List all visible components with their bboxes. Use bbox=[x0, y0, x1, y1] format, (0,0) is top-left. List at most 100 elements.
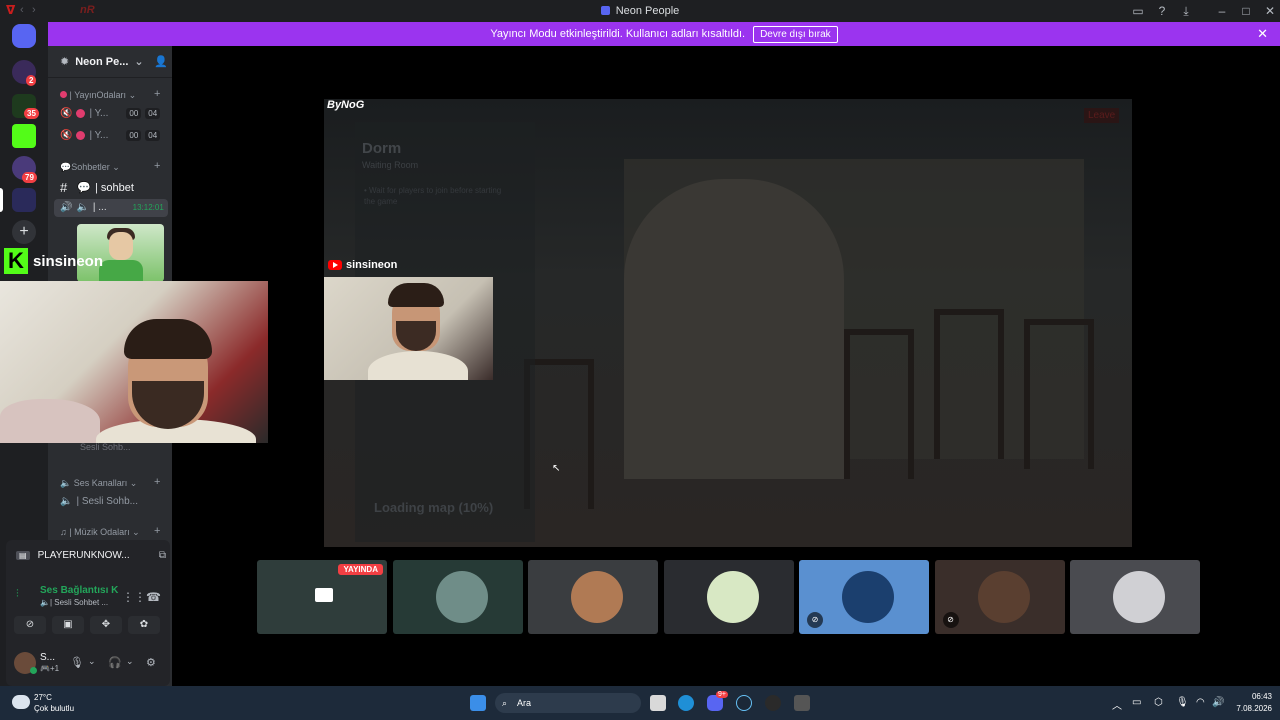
voice-timer: 13:12:01 bbox=[132, 203, 164, 212]
add-server-icon[interactable]: + bbox=[12, 220, 36, 244]
channel-label: | ... bbox=[92, 202, 107, 213]
activity-row[interactable]: ▤ PLAYERUNKNOW... ⧉ bbox=[16, 550, 166, 561]
category-label: | Müzik Odaları bbox=[69, 527, 130, 537]
add-channel-icon[interactable]: + bbox=[154, 476, 160, 488]
invite-people-icon[interactable]: 👤 bbox=[154, 55, 168, 68]
discord-badge: 9+ bbox=[716, 691, 728, 698]
participant-tile[interactable]: ⊘ bbox=[934, 560, 1065, 634]
headphones-icon[interactable]: 🎧 bbox=[108, 656, 122, 669]
category-label: Sohbetler bbox=[71, 162, 110, 172]
add-channel-icon[interactable]: + bbox=[154, 160, 160, 172]
close-window-button[interactable]: ✕ bbox=[1262, 3, 1278, 19]
participant-tile[interactable] bbox=[663, 560, 794, 634]
voice-channel-sesli-sohbet[interactable]: 🔈 | Sesli Sohb... bbox=[60, 496, 138, 507]
game-icon: ▤ bbox=[16, 551, 30, 560]
webcam-overlay bbox=[0, 281, 268, 443]
weather-temperature[interactable]: 27°C bbox=[34, 693, 52, 702]
kick-server-icon[interactable] bbox=[12, 124, 36, 148]
screen-share-button[interactable]: ▣ bbox=[52, 616, 84, 634]
server-icon-neon-people[interactable] bbox=[12, 188, 36, 212]
add-channel-icon[interactable]: + bbox=[154, 525, 160, 537]
help-icon[interactable]: ? bbox=[1154, 3, 1170, 19]
app-icon[interactable] bbox=[765, 695, 781, 711]
chevron-down-icon: ⌄ bbox=[134, 56, 144, 68]
taskbar-search[interactable]: ⌕ Ara bbox=[495, 693, 641, 713]
category-sohbetler[interactable]: 💬Sohbetler ⌄ bbox=[60, 162, 120, 173]
weather-cloud-icon[interactable] bbox=[12, 695, 30, 709]
channel-label: | Y... bbox=[89, 130, 109, 141]
category-muzik-odalari[interactable]: ♫ | Müzik Odaları ⌄ bbox=[60, 527, 140, 538]
participant-avatar bbox=[571, 571, 623, 623]
webcam-person-hair bbox=[388, 283, 444, 307]
user-sub: 🎮+1 bbox=[40, 664, 60, 673]
live-badge: YAYINDA bbox=[338, 564, 383, 575]
user-sub-text: +1 bbox=[49, 664, 60, 673]
camera-off-button[interactable]: ⊘ bbox=[14, 616, 46, 634]
participant-tile[interactable] bbox=[528, 560, 658, 634]
muted-icon: ⊘ bbox=[942, 612, 959, 628]
participant-tile[interactable] bbox=[1070, 560, 1200, 634]
voice-channel-partial[interactable]: Sesli Sohb... bbox=[80, 442, 131, 452]
channel-label: | Y... bbox=[89, 108, 109, 119]
category-ses-kanallari[interactable]: 🔈 Ses Kanalları ⌄ bbox=[60, 478, 137, 489]
taskbar-date[interactable]: 7.08.2026 bbox=[1226, 704, 1272, 713]
app-icon[interactable] bbox=[794, 695, 810, 711]
game-loading-text: Loading map (10%) bbox=[374, 500, 494, 515]
server-badge: 79 bbox=[22, 172, 37, 183]
active-voice-channel[interactable]: 🔊 🔈 | ... 13:12:01 bbox=[60, 202, 164, 213]
maximize-button[interactable]: □ bbox=[1238, 3, 1254, 19]
activity-name: PLAYERUNKNOW... bbox=[37, 550, 130, 561]
signal-icon: ⫶ bbox=[16, 588, 19, 600]
category-label: | YayınOdaları bbox=[69, 90, 127, 100]
tray-chevron-icon[interactable]: ︿ bbox=[1112, 697, 1122, 712]
muted-icon: ⊘ bbox=[807, 612, 823, 628]
voice-channel[interactable]: 🔇 | Y... 00 04 bbox=[60, 130, 161, 141]
kick-logo-icon: K bbox=[4, 248, 28, 274]
windows-start-icon[interactable] bbox=[470, 695, 486, 711]
tray-mic-icon[interactable]: 🎙 bbox=[1176, 697, 1189, 708]
add-channel-icon[interactable]: + bbox=[154, 88, 160, 100]
noise-suppression-icon[interactable]: ⋮⋮ bbox=[122, 590, 146, 604]
taskbar-time[interactable]: 06:43 bbox=[1236, 692, 1272, 701]
youtube-icon bbox=[328, 260, 342, 270]
inbox-icon[interactable]: ▭ bbox=[1130, 3, 1146, 19]
disconnect-icon[interactable]: ☎ bbox=[146, 590, 161, 604]
game-room-tip: • Wait for players to join before starti… bbox=[364, 186, 502, 206]
minimize-button[interactable]: – bbox=[1214, 3, 1230, 19]
server-header[interactable]: ✹ Neon Pe... ⌄ 👤 bbox=[48, 46, 172, 78]
volume-icon[interactable]: 🔊 bbox=[1212, 697, 1224, 708]
task-view-icon[interactable] bbox=[650, 695, 666, 711]
tray-shield-icon[interactable]: ⬡ bbox=[1154, 697, 1163, 708]
soundboard-button[interactable]: ✿ bbox=[128, 616, 160, 634]
user-count: 00 bbox=[126, 130, 142, 141]
voice-connected-label[interactable]: Ses Bağlantısı K bbox=[40, 585, 118, 596]
game-brand-logo: ByNoG bbox=[327, 99, 365, 111]
activities-button[interactable]: ✥ bbox=[90, 616, 122, 634]
participant-tile[interactable] bbox=[392, 560, 523, 634]
steam-icon[interactable] bbox=[736, 695, 752, 711]
edge-browser-icon[interactable] bbox=[678, 695, 694, 711]
channel-dot-icon bbox=[76, 131, 86, 140]
voice-channel[interactable]: 🔇 | Y... 00 04 bbox=[60, 108, 161, 119]
tray-app-icon[interactable]: ▭ bbox=[1132, 697, 1141, 708]
participant-tile[interactable]: YAYINDA bbox=[257, 560, 387, 634]
server-badge: 35 bbox=[24, 108, 39, 119]
direct-messages-icon[interactable] bbox=[12, 24, 36, 48]
chevron-down-icon[interactable]: ⌄ bbox=[126, 656, 134, 667]
screen-share-icon[interactable]: ⧉ bbox=[159, 550, 166, 561]
text-channel-sohbet[interactable]: # 💬 | sohbet bbox=[60, 180, 134, 195]
banner-close-icon[interactable]: ✕ bbox=[1257, 26, 1268, 42]
voice-channel-label[interactable]: 🔈| Sesli Sohbet ... bbox=[40, 598, 108, 607]
participant-tile[interactable]: ⊘ bbox=[799, 560, 929, 634]
game-leave-button[interactable]: Leave bbox=[1084, 108, 1120, 123]
category-yayin-odalari[interactable]: | YayınOdaları ⌄ bbox=[60, 90, 136, 101]
disable-streamer-mode-button[interactable]: Devre dışı bırak bbox=[753, 25, 838, 43]
settings-gear-icon[interactable]: ⚙ bbox=[146, 656, 156, 669]
microphone-icon[interactable]: 🎙 bbox=[70, 656, 84, 669]
download-icon[interactable]: ⤓ bbox=[1178, 3, 1194, 19]
window-title: Neon People bbox=[0, 5, 1280, 17]
chevron-down-icon[interactable]: ⌄ bbox=[88, 656, 96, 667]
stream-webcam bbox=[324, 277, 493, 380]
wifi-icon[interactable]: ◠ bbox=[1196, 697, 1205, 708]
weather-description[interactable]: Çok bulutlu bbox=[34, 704, 74, 713]
